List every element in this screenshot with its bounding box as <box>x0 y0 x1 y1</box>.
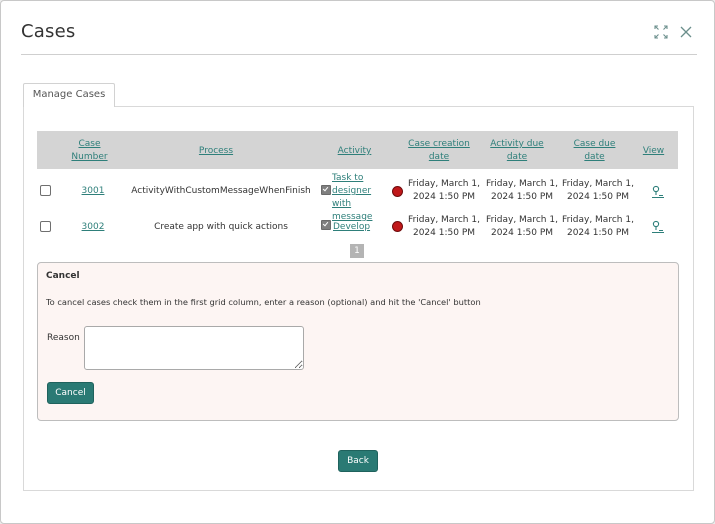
activity-due-date: Friday, March 1, 2024 1:50 PM <box>486 215 558 238</box>
back-button[interactable]: Back <box>338 450 378 472</box>
close-icon[interactable] <box>679 25 693 39</box>
header-case-number[interactable]: Case Number <box>67 138 112 163</box>
activity-due-date: Friday, March 1, 2024 1:50 PM <box>486 179 558 202</box>
process-cell: ActivityWithCustomMessageWhenFinish <box>131 186 311 196</box>
row-select-checkbox[interactable] <box>40 185 51 196</box>
header-process[interactable]: Process <box>186 145 246 158</box>
case-due-date: Friday, March 1, 2024 1:50 PM <box>562 179 634 202</box>
activity-check-icon <box>321 185 331 195</box>
row-select-checkbox[interactable] <box>40 221 51 232</box>
case-creation-date: Friday, March 1, 2024 1:50 PM <box>408 215 480 238</box>
dialog-title: Cases <box>21 21 76 42</box>
status-red-dot-icon <box>392 186 403 197</box>
pager-page-button[interactable]: 1 <box>350 244 364 258</box>
activity-link[interactable]: Task to designer with message <box>332 172 391 224</box>
header-case-due-date[interactable]: Case due date <box>567 138 622 163</box>
header-activity[interactable]: Activity <box>327 145 382 158</box>
case-number-link[interactable]: 3001 <box>72 185 114 198</box>
tab-manage-cases[interactable]: Manage Cases <box>23 83 115 107</box>
status-red-dot-icon <box>392 221 403 232</box>
case-due-date: Friday, March 1, 2024 1:50 PM <box>562 215 634 238</box>
cancel-instructions: To cancel cases check them in the first … <box>46 297 481 307</box>
header-activity-due-date[interactable]: Activity due date <box>487 138 547 163</box>
title-divider <box>21 54 697 55</box>
case-creation-date: Friday, March 1, 2024 1:50 PM <box>408 179 480 202</box>
expand-icon[interactable] <box>654 25 668 39</box>
header-case-creation-date[interactable]: Case creation date <box>406 138 472 163</box>
view-map-pin-icon[interactable] <box>651 220 665 234</box>
activity-check-icon <box>321 220 331 230</box>
cancel-button[interactable]: Cancel <box>47 382 94 404</box>
case-number-link[interactable]: 3002 <box>72 221 114 234</box>
header-view[interactable]: View <box>640 145 667 158</box>
view-map-pin-icon[interactable] <box>651 185 665 199</box>
reason-label: Reason <box>47 333 80 343</box>
process-cell: Create app with quick actions <box>154 222 288 232</box>
reason-textarea[interactable] <box>84 326 304 370</box>
activity-link[interactable]: Develop <box>333 221 373 234</box>
cancel-panel-title: Cancel <box>46 271 80 281</box>
cancel-panel: Cancel To cancel cases check them in the… <box>37 262 679 421</box>
